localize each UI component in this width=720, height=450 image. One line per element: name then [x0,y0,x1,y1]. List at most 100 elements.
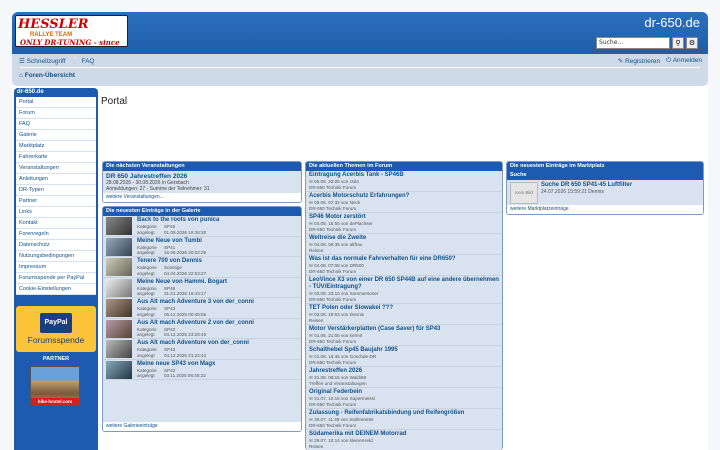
topic-title[interactable]: Weltreise die Zweite [309,235,499,242]
sidebar-item-kontakt[interactable]: Kontakt [16,218,96,229]
topic-title[interactable]: Schalthebel Sp45 Baujahr 1995 [309,347,499,354]
gallery-item-meta: Kategorie SP46 angelegt 31.01.2026 19:43:17 [137,286,206,297]
gallery-item[interactable]: Aus Alt mach Adventure von der_conni Kat… [103,339,301,360]
sidebar-item-dr-typen[interactable]: DR-Typen [16,185,96,196]
topic-title[interactable]: Was ist das normale Fahrverhalten für ei… [309,256,499,263]
topic-forum[interactable]: DR-650 Technik Forum [309,360,356,365]
sidebar-item-forum[interactable]: Forum [16,108,96,119]
topic-forum[interactable]: Reisen [309,444,323,449]
gallery-item-title[interactable]: Meine Neue von Tumbi [137,238,202,244]
sidebar-menu: Portal Forum FAQ Galerie Marktplatz Fahr… [16,97,96,295]
topic-title[interactable]: Jahrestreffen 2026 [309,368,499,375]
gallery-thumbnail[interactable] [106,360,132,379]
login-link[interactable]: ⏻ Anmelden [666,57,702,65]
sidebar-item-paypal[interactable]: Forumsspende per PayPal [16,273,96,284]
nav-divider [20,67,700,68]
topic-icon: ✉ [309,312,313,317]
gallery-item[interactable]: Back to the roots von punica Kategorie SP… [103,216,301,237]
gallery-item[interactable]: Meine Neue von Hammi. Bogart Kategorie SP… [103,278,301,298]
home-icon: ⌂ [19,72,23,79]
gallery-item-meta: Kategorie SP43 angelegt 06.12.2025 00:45:55 [137,306,206,317]
gallery-thumbnail[interactable] [106,278,132,297]
events-more-link[interactable]: weitere Veranstaltungen... [103,193,301,202]
topic-forum[interactable]: Reisen [309,318,323,323]
topic-title[interactable]: SP46 Motor zerstört [309,214,499,221]
paypal-donate-button[interactable]: PayPal Forumsspende [16,306,96,352]
gallery-thumbnail[interactable] [106,299,132,317]
sidebar-item-datenschutz[interactable]: Datenschutz [16,240,96,251]
gallery-item[interactable]: Aus Alt mach Adventure 2 von der_conni K… [103,319,301,339]
topic-forum[interactable]: DR-650 Technik Forum [309,269,356,274]
register-link[interactable]: ✎ Registrieren [618,57,660,65]
gallery-item-title[interactable]: Meine Neue von Hammi. Bogart [137,279,227,285]
sidebar-item-forenregeln[interactable]: Forenregeln [16,229,96,240]
market-more-link[interactable]: weitere Marktplatzeinträge [507,205,703,214]
sidebar-item-veranstaltungen[interactable]: Veranstaltungen [16,163,96,174]
topic-title[interactable]: Zulassung - Reifenfabrikatsbindung und R… [309,410,499,417]
partner-banner[interactable]: bike-hostel.com [30,366,80,406]
gallery-item-title[interactable]: Back to the roots von punica [137,217,219,223]
category-value: SP46 [164,285,176,291]
sidebar-item-cookies[interactable]: Cookie-Einstellungen [16,284,96,295]
topic-forum[interactable]: Reisen [309,248,323,253]
search-input[interactable]: Suche... [596,37,670,49]
added-label: angelegt [137,352,155,358]
sidebar-item-galerie[interactable]: Galerie [16,130,96,141]
topic-title[interactable]: Original Federbein [309,389,499,396]
gallery-thumbnail[interactable] [106,258,132,276]
market-item-title[interactable]: Suche DR 650 SP41-45 Luftfilter [541,182,632,188]
topics-header: Die aktuellen Themen im Forum [306,162,502,171]
site-logo[interactable]: HESSLER RALLYE TEAM ONLY DR-TUNING - sin… [15,15,128,47]
gallery-item[interactable]: Tenere 700 von Dennis Kategorie Sonstige a… [103,257,301,278]
topic-forum[interactable]: DR-650 Technik Forum [309,206,356,211]
gallery-item-title[interactable]: Aus Alt mach Adventure 3 von der_conni [137,299,254,305]
topic-meta: ✉ 04.08. 15:55 von dePlachser DR-650 Tech… [309,221,499,232]
topic-forum[interactable]: Treffen und Veranstaltungen [309,381,367,386]
gallery-item[interactable]: Meine Neue von Tumbi Kategorie SP41 angele… [103,237,301,257]
gear-icon[interactable]: ⚙ [686,37,698,49]
site-title[interactable]: dr-650.de [644,15,700,30]
gallery-thumbnail[interactable] [106,237,132,256]
sidebar-item-fahrerkarte[interactable]: Fahrerkarte [16,152,96,163]
gallery-thumbnail[interactable] [106,217,132,235]
market-no-image: Kein Bild [510,182,538,204]
gallery-item-title[interactable]: Aus Alt mach Adventure von der_conni [137,340,249,346]
gallery-thumbnail[interactable] [106,340,132,358]
search-icon[interactable]: ⚲ [672,37,684,49]
event-title[interactable]: DR 650 Jahrestreffen 2026 [103,171,301,180]
breadcrumb-label: Foren-Übersicht [24,72,75,79]
gallery-item-title[interactable]: Aus Alt mach Adventure 2 von der_conni [137,320,254,326]
gallery-more-link[interactable]: weitere Galerieeinträge [103,422,301,431]
sidebar-item-links[interactable]: Links [16,207,96,218]
faq-link[interactable]: ❔ FAQ [72,57,95,65]
topic-forum[interactable]: DR-650 Technik Forum [309,185,356,190]
sidebar-item-nutzungsbedingungen[interactable]: Nutzungsbedingungen [16,251,96,262]
topic-forum[interactable]: DR-650 Technik Forum [309,227,356,232]
sidebar-item-impressum[interactable]: Impressum [16,262,96,273]
added-value: 04.12.2025 21:22:42 [164,352,207,358]
quicklinks-menu[interactable]: ☰ Schnellzugriff [19,57,66,65]
sidebar-item-faq[interactable]: FAQ [16,119,96,130]
topic-icon: ✉ [309,291,313,296]
sidebar-item-anleitungen[interactable]: Anleitungen [16,174,96,185]
topic-forum[interactable]: DR-650 Technik Forum [309,423,356,428]
topic-title[interactable]: TET Polen oder Slowakei ??? [309,305,499,312]
gallery-item[interactable]: Meine neue SP43 von Magx Kategorie SP43 an… [103,360,301,380]
topic-forum[interactable]: DR-650 Technik Forum [309,339,356,344]
topic-forum[interactable]: DR-650 Technik Forum [309,297,356,302]
sidebar-item-portal[interactable]: Portal [16,97,96,108]
gallery-item-title[interactable]: Tenere 700 von Dennis [137,258,202,264]
topic-forum[interactable]: DR-650 Technik Forum [309,402,356,407]
sidebar-item-marktplatz[interactable]: Marktplatz [16,141,96,152]
topic-title[interactable]: Südamerika mit DEINEM Motorrad [309,431,499,438]
topic-title[interactable]: LeoVince X3 von einer DR 650 SP44B auf e… [309,277,499,291]
topic-title[interactable]: Eintragung Acerbis Tank - SP46B [309,172,499,179]
gallery-item[interactable]: Aus Alt mach Adventure 3 von der_conni K… [103,298,301,319]
added-label: angelegt [137,311,155,317]
gallery-thumbnail[interactable] [106,319,132,338]
topic-title[interactable]: Acerbis Motorschutz Erfahrungen? [309,193,499,200]
gallery-item-title[interactable]: Meine neue SP43 von Magx [137,361,215,367]
topic-title[interactable]: Motor Verstärkerplatten (Case Saver) für… [309,326,499,333]
breadcrumb[interactable]: ⌂ Foren-Übersicht [19,72,75,79]
sidebar-item-partner[interactable]: Partner [16,196,96,207]
